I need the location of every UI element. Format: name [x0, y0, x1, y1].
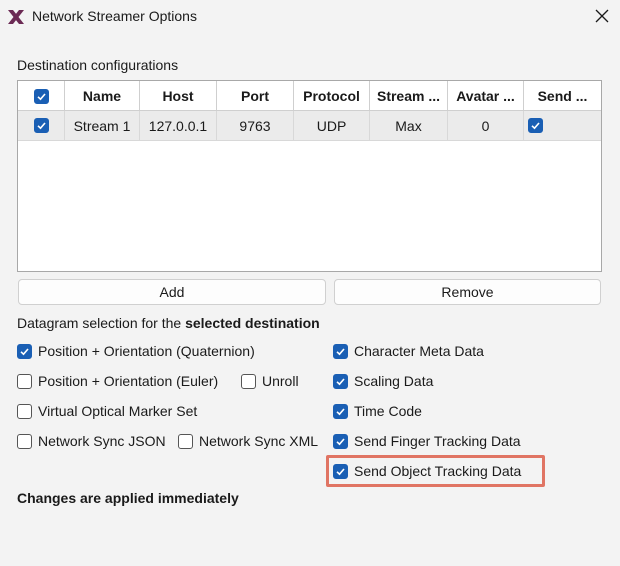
object-tracking-checkbox[interactable] — [333, 463, 348, 479]
object-tracking-label: Send Object Tracking Data — [354, 463, 522, 479]
column-header-stream[interactable]: Stream ... — [370, 81, 448, 111]
finger-tracking-checkbox[interactable] — [333, 433, 348, 449]
window-title: Network Streamer Options — [32, 8, 197, 24]
checkmark-icon — [336, 437, 345, 445]
column-header-host[interactable]: Host — [140, 81, 217, 111]
checkmark-icon — [336, 347, 345, 355]
time-code-checkbox[interactable] — [333, 403, 348, 419]
option-time-code[interactable]: Time Code — [333, 401, 422, 421]
checkmark-icon — [336, 377, 345, 385]
option-sync-json[interactable]: Network Sync JSON — [17, 431, 166, 451]
column-header-name[interactable]: Name — [65, 81, 140, 111]
option-virtual-marker[interactable]: Virtual Optical Marker Set — [17, 401, 197, 421]
remove-button[interactable]: Remove — [334, 279, 601, 305]
datagram-selection-label: Datagram selection for the selected dest… — [17, 315, 320, 331]
changes-applied-note: Changes are applied immediately — [17, 490, 239, 506]
datagram-label-bold: selected destination — [185, 315, 320, 331]
row-enable-checkbox[interactable] — [33, 118, 49, 133]
position-quaternion-checkbox[interactable] — [17, 343, 32, 359]
table-header: Name Host Port Protocol Stream ... Avata… — [18, 81, 601, 111]
option-scaling[interactable]: Scaling Data — [333, 371, 433, 391]
option-sync-xml[interactable]: Network Sync XML — [178, 431, 318, 451]
sync-xml-checkbox[interactable] — [178, 433, 193, 449]
destinations-label: Destination configurations — [17, 57, 179, 73]
position-quaternion-label: Position + Orientation (Quaternion) — [38, 343, 255, 359]
position-euler-label: Position + Orientation (Euler) — [38, 373, 219, 389]
destinations-table: Name Host Port Protocol Stream ... Avata… — [17, 80, 602, 272]
close-button[interactable] — [586, 1, 618, 31]
position-euler-checkbox[interactable] — [17, 373, 32, 389]
checkmark-icon — [336, 467, 345, 475]
cell-port[interactable]: 9763 — [217, 111, 294, 140]
row-enable-cell[interactable] — [18, 111, 65, 140]
option-position-quaternion[interactable]: Position + Orientation (Quaternion) — [17, 341, 255, 361]
checkmark-icon — [531, 122, 540, 130]
option-finger-tracking[interactable]: Send Finger Tracking Data — [333, 431, 521, 451]
cell-name[interactable]: Stream 1 — [65, 111, 140, 140]
character-meta-label: Character Meta Data — [354, 343, 484, 359]
option-character-meta[interactable]: Character Meta Data — [333, 341, 484, 361]
scaling-label: Scaling Data — [354, 373, 434, 389]
checkmark-icon — [36, 122, 46, 130]
virtual-marker-label: Virtual Optical Marker Set — [38, 403, 198, 419]
add-button[interactable]: Add — [18, 279, 326, 305]
row-send-checkbox[interactable] — [528, 118, 543, 133]
checkmark-icon — [336, 407, 345, 415]
cell-send[interactable] — [524, 111, 601, 140]
cell-stream[interactable]: Max — [370, 111, 448, 140]
finger-tracking-label: Send Finger Tracking Data — [354, 433, 521, 449]
option-object-tracking[interactable]: Send Object Tracking Data — [333, 461, 521, 481]
app-logo-icon — [8, 10, 24, 24]
checkmark-icon — [36, 92, 46, 100]
title-bar: Network Streamer Options — [0, 0, 620, 34]
sync-json-checkbox[interactable] — [17, 433, 32, 449]
time-code-label: Time Code — [354, 403, 422, 419]
sync-xml-label: Network Sync XML — [199, 433, 319, 449]
column-header-avatar[interactable]: Avatar ... — [448, 81, 524, 111]
character-meta-checkbox[interactable] — [333, 343, 348, 359]
column-header-port[interactable]: Port — [217, 81, 294, 111]
column-header-send[interactable]: Send ... — [524, 81, 601, 111]
option-position-euler[interactable]: Position + Orientation (Euler) — [17, 371, 218, 391]
select-all-checkbox[interactable] — [33, 88, 49, 104]
header-select-all[interactable] — [18, 81, 65, 111]
column-header-protocol[interactable]: Protocol — [294, 81, 370, 111]
cell-avatar[interactable]: 0 — [448, 111, 524, 140]
scaling-checkbox[interactable] — [333, 373, 348, 389]
datagram-label-prefix: Datagram selection for the — [17, 315, 186, 331]
unroll-checkbox[interactable] — [241, 373, 256, 389]
checkmark-icon — [20, 347, 29, 355]
table-row[interactable]: Stream 1 127.0.0.1 9763 UDP Max 0 — [18, 111, 601, 141]
cell-protocol[interactable]: UDP — [294, 111, 370, 140]
sync-json-label: Network Sync JSON — [38, 433, 166, 449]
virtual-marker-checkbox[interactable] — [17, 403, 32, 419]
close-icon — [595, 9, 609, 23]
cell-host[interactable]: 127.0.0.1 — [140, 111, 217, 140]
option-unroll[interactable]: Unroll — [241, 371, 299, 391]
unroll-label: Unroll — [262, 373, 299, 389]
